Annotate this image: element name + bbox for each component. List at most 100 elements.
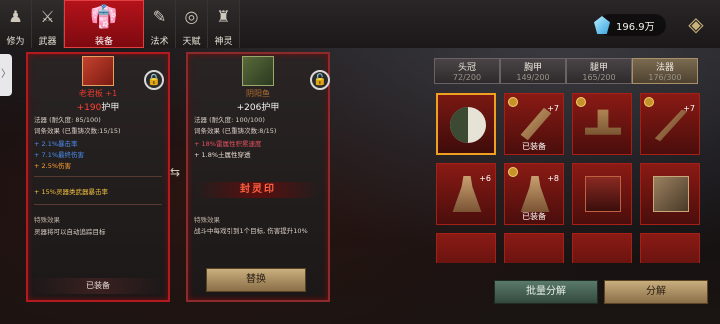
decompose-button[interactable]: 分解 — [604, 280, 708, 304]
tab-label: 神灵 — [214, 37, 233, 47]
currency-display: 196.9万 — [594, 14, 666, 36]
back-icon[interactable]: ◈ — [684, 12, 708, 36]
item-name: 老君板 +1 — [78, 89, 118, 98]
affix-header: 词条效果 (已重铸次数:8/15) — [194, 125, 276, 135]
affix-line: + 7.1%最终伤害 — [34, 151, 85, 159]
tab-label: 天赋 — [182, 37, 201, 47]
tab-cultivation[interactable]: ♟ 修为 — [0, 0, 32, 48]
scroll-icon: ✎ — [152, 7, 167, 26]
tab-label: 法术 — [150, 37, 169, 47]
tab-weapon[interactable]: ⚔ 武器 — [32, 0, 64, 48]
inventory-slot[interactable] — [572, 93, 632, 155]
durability-line: 法器 (耐久度: 100/100) — [194, 114, 265, 124]
batch-decompose-button[interactable]: 批量分解 — [494, 280, 598, 304]
enhance-level: +6 — [479, 174, 491, 183]
inventory-slot[interactable] — [436, 233, 496, 263]
special-text: 战斗中每戏引到1个目标, 伤害提升10% — [194, 227, 308, 235]
inventory-slot[interactable] — [436, 93, 496, 155]
tab-name: 胸甲 — [523, 63, 542, 73]
inventory-slot[interactable] — [504, 233, 564, 263]
tab-name: 法器 — [655, 63, 674, 73]
armor-value: +206 — [236, 103, 262, 113]
inventory-slot[interactable]: +7 已装备 — [504, 93, 564, 155]
inventory-slot[interactable] — [572, 163, 632, 225]
enhance-level: +8 — [547, 174, 559, 183]
item-thumbnail — [242, 56, 274, 86]
tab-label: 修为 — [6, 37, 25, 47]
affix-line: + 18%雷属性积累速度 — [194, 140, 262, 148]
special-title: 特殊效果 — [34, 216, 60, 224]
tab-count: 72/200 — [452, 73, 482, 82]
affix-line: + 2.1%暴击率 — [34, 140, 78, 148]
inventory-slot[interactable] — [640, 163, 700, 225]
tab-talent[interactable]: ◎ 天赋 — [176, 0, 208, 48]
lock-icon[interactable]: 🔓 — [310, 70, 330, 90]
tab-helmet[interactable]: 头冠 72/200 — [434, 58, 500, 84]
equipped-item-card: 🔒 老君板 +1 +190护甲 法器 (耐久度: 85/100) 词条效果 (已… — [26, 52, 170, 302]
tab-label: 装备 — [94, 37, 113, 47]
armor-value: +190 — [76, 103, 102, 113]
durability-label: 法器 — [34, 116, 47, 124]
inventory-slot[interactable]: +6 — [436, 163, 496, 225]
affix-header: 词条效果 (已重铸次数:15/15) — [34, 125, 121, 135]
tab-name: 头冠 — [457, 63, 476, 73]
item-name: 阴阳鱼 — [246, 89, 270, 98]
enhance-level: +7 — [547, 104, 559, 113]
inventory-slot[interactable]: +7 — [640, 93, 700, 155]
tab-artifact[interactable]: 法器 176/300 — [632, 58, 698, 84]
divider — [34, 176, 162, 177]
lock-icon[interactable]: 🔒 — [144, 70, 164, 90]
tab-chest[interactable]: 胸甲 149/200 — [500, 58, 566, 84]
totem-icon: ♜ — [216, 7, 231, 26]
special-text: 灵器将可以自动追踪目标 — [34, 228, 106, 236]
equipped-tag: 已装备 — [522, 142, 546, 151]
compare-arrow-icon: ⇆ — [169, 165, 181, 179]
seal-banner: 封灵印 — [196, 182, 320, 198]
inventory-slot[interactable]: +8 已装备 — [504, 163, 564, 225]
equipped-label: 已装备 — [32, 278, 164, 294]
durability-value: (耐久度: 85/100) — [49, 116, 101, 124]
armor-label: 护甲 — [261, 103, 280, 113]
main-tabs: ♟ 修为 ⚔ 武器 👘 装备 ✎ 法术 ◎ 天赋 ♜ 神灵 — [0, 0, 240, 48]
affix-line: + 1.8%土属性穿透 — [194, 151, 251, 159]
selected-item-card: 🔓 阴阳鱼 +206护甲 法器 (耐久度: 100/100) 词条效果 (已重铸… — [186, 52, 330, 302]
tab-label: 武器 — [38, 37, 57, 47]
affix-label: 词条效果 — [34, 127, 60, 135]
tab-count: 149/200 — [516, 73, 550, 82]
spiral-icon: ◎ — [184, 7, 199, 26]
equipped-tag: 已装备 — [522, 212, 546, 221]
slot-tabs: 头冠 72/200 胸甲 149/200 腿甲 165/200 法器 176/300 — [434, 58, 698, 84]
durability-line: 法器 (耐久度: 85/100) — [34, 114, 101, 124]
inventory-slot[interactable] — [572, 233, 632, 263]
inventory-slot[interactable] — [640, 233, 700, 263]
inventory-grid: +7 已装备 +7 +6 +8 已装备 — [436, 93, 720, 263]
quality-badge — [508, 167, 518, 177]
currency-amount: 196.9万 — [616, 21, 655, 33]
seal-stamp-icon — [585, 109, 621, 135]
reforge-count: (已重铸次数:8/15) — [222, 127, 277, 135]
tablet-icon — [585, 176, 621, 212]
reforge-count: (已重铸次数:15/15) — [62, 127, 121, 135]
sword-icon: ⚔ — [40, 7, 55, 26]
affix-line: + 2.5%伤害 — [34, 162, 72, 170]
tab-name: 腿甲 — [589, 63, 608, 73]
affix-label: 词条效果 — [194, 127, 220, 135]
special-affix: + 15%灵器类武器暴击率 — [34, 188, 108, 196]
tab-spell[interactable]: ✎ 法术 — [144, 0, 176, 48]
enhance-level: +7 — [683, 104, 695, 113]
yin-yang-icon — [450, 107, 486, 143]
armor-stat: +206护甲 — [188, 100, 328, 113]
side-drawer-handle[interactable]: 〉 — [0, 54, 12, 96]
robe-icon: 👘 — [90, 5, 118, 30]
replace-button[interactable]: 替换 — [206, 268, 306, 292]
divider — [34, 204, 162, 205]
quality-badge — [508, 97, 518, 107]
cultivator-icon: ♟ — [8, 7, 23, 26]
tab-count: 176/300 — [648, 73, 682, 82]
tab-deity[interactable]: ♜ 神灵 — [208, 0, 240, 48]
box-icon — [653, 176, 689, 212]
tab-legs[interactable]: 腿甲 165/200 — [566, 58, 632, 84]
tab-count: 165/200 — [582, 73, 616, 82]
tab-equipment[interactable]: 👘 装备 — [64, 0, 144, 48]
armor-label: 护甲 — [101, 103, 120, 113]
